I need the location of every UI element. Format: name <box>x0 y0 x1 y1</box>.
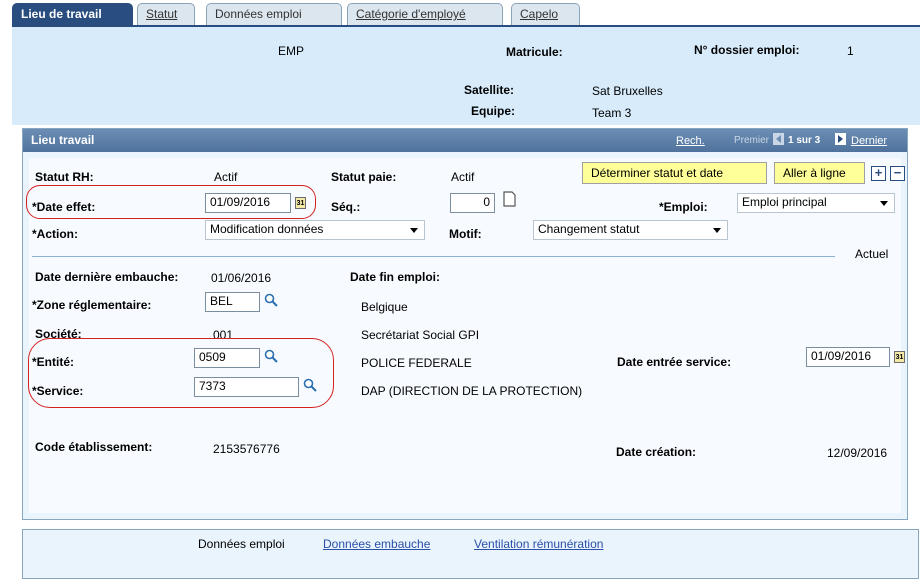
next-arrow-icon[interactable] <box>835 133 846 145</box>
date-creation-label: Date création: <box>616 445 697 459</box>
highlight-oval-entite-service <box>28 338 334 408</box>
statut-rh-value: Actif <box>214 170 238 184</box>
emploi-select-value: Emploi principal <box>742 195 827 209</box>
donnees-emploi-text: Données emploi <box>198 537 285 551</box>
highlight-oval-date-effet <box>26 185 316 219</box>
equipe-value: Team 3 <box>592 106 632 120</box>
last-link[interactable]: Dernier <box>851 135 887 147</box>
action-select[interactable]: Modification données <box>205 220 425 240</box>
tab-categorie-employe[interactable]: Catégorie d'employé <box>347 3 503 25</box>
panel-title-bar: Lieu travail Rech. Premier 1 sur 3 Derni… <box>23 129 907 152</box>
code-etab-label: Code établissement: <box>35 440 153 454</box>
chevron-down-icon <box>410 228 418 233</box>
dossier-value: 1 <box>847 44 854 58</box>
dossier-label: N° dossier emploi: <box>694 43 800 57</box>
date-embauche-value: 01/06/2016 <box>211 271 272 285</box>
section-divider <box>32 256 835 257</box>
action-select-value: Modification données <box>210 222 324 236</box>
remove-row-icon[interactable]: − <box>890 166 905 181</box>
entite-description: POLICE FEDERALE <box>361 356 472 370</box>
date-embauche-label: Date dernière embauche: <box>35 270 179 284</box>
statut-paie-value: Actif <box>451 170 475 184</box>
seq-input[interactable]: 0 <box>450 193 495 213</box>
determine-status-button[interactable]: Déterminer statut et date <box>582 162 767 184</box>
actuel-label: Actuel <box>855 247 889 261</box>
motif-select[interactable]: Changement statut <box>533 220 728 240</box>
motif-select-value: Changement statut <box>538 222 640 236</box>
search-link[interactable]: Rech. <box>676 135 705 147</box>
statut-paie-label: Statut paie: <box>331 170 397 184</box>
tab-capelo-label: Capelo <box>520 7 559 21</box>
service-description: DAP (DIRECTION DE LA PROTECTION) <box>361 384 583 398</box>
code-etab-value: 2153576776 <box>213 442 280 456</box>
ventilation-link[interactable]: Ventilation rémunération <box>474 537 603 551</box>
societe-description: Secrétariat Social GPI <box>361 328 480 342</box>
aller-a-ligne-button[interactable]: Aller à ligne <box>774 162 865 184</box>
calendar-icon[interactable]: 31 <box>894 351 905 363</box>
tab-donnees-emploi[interactable]: Données emploi <box>206 3 342 25</box>
date-creation-value: 12/09/2016 <box>827 446 888 460</box>
emploi-select[interactable]: Emploi principal <box>737 193 895 213</box>
motif-label: Motif: <box>449 227 482 241</box>
tab-statut-label: Statut <box>146 7 178 21</box>
prev-arrow-icon[interactable] <box>773 133 784 145</box>
search-icon[interactable] <box>264 293 278 307</box>
zone-input[interactable]: BEL <box>205 292 260 312</box>
emp-code: EMP <box>278 44 305 58</box>
seq-label: Séq.: <box>331 200 361 214</box>
statut-rh-label: Statut RH: <box>35 170 94 184</box>
employee-header: EMP Matricule: N° dossier emploi: 1 Sate… <box>12 25 920 125</box>
emploi-label: *Emploi: <box>659 200 708 214</box>
matricule-label: Matricule: <box>506 45 563 59</box>
date-entree-label: Date entrée service: <box>617 355 732 369</box>
satellite-value: Sat Bruxelles <box>592 84 663 98</box>
date-entree-input[interactable]: 01/09/2016 <box>806 347 890 367</box>
satellite-label: Satellite: <box>464 83 515 97</box>
date-fin-label: Date fin emploi: <box>350 270 441 284</box>
tab-statut[interactable]: Statut <box>137 3 195 25</box>
add-row-icon[interactable]: + <box>871 166 886 181</box>
first-label: Premier <box>734 135 770 146</box>
donnees-embauche-link[interactable]: Données embauche <box>323 537 430 551</box>
related-links-box: Données emploi Données embauche Ventilat… <box>22 529 919 579</box>
zone-description: Belgique <box>361 300 408 314</box>
action-label: *Action: <box>32 227 78 241</box>
equipe-label: Equipe: <box>471 104 515 118</box>
row-position: 1 sur 3 <box>788 135 821 146</box>
tab-lieu-de-travail[interactable]: Lieu de travail <box>12 3 133 25</box>
chevron-down-icon <box>713 228 721 233</box>
chevron-down-icon <box>880 201 888 206</box>
note-icon[interactable] <box>503 191 516 207</box>
zone-label: *Zone réglementaire: <box>32 298 152 312</box>
tab-categorie-label: Catégorie d'employé <box>356 7 466 21</box>
tab-capelo[interactable]: Capelo <box>511 3 580 25</box>
panel-title: Lieu travail <box>31 133 95 147</box>
